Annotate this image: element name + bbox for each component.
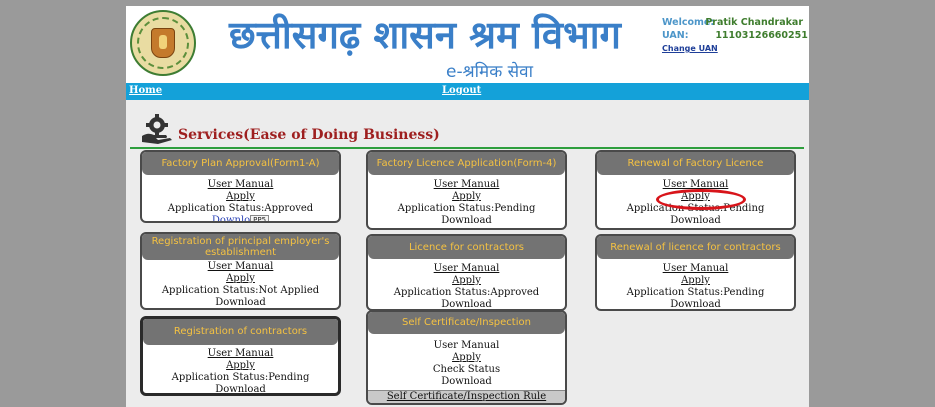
user-manual-link[interactable]: User Manual [597, 263, 794, 275]
card-factory-licence-application: Factory Licence Application(Form-4) User… [366, 150, 567, 230]
download-link[interactable]: Download [597, 299, 794, 309]
apply-link[interactable]: Apply [142, 273, 339, 285]
download-link[interactable]: Download [142, 297, 339, 308]
application-status: Application Status:Not Applied [161, 285, 320, 296]
card-title: Factory Plan Approval(Form1-A) [142, 152, 339, 175]
apply-link[interactable]: Apply [142, 191, 339, 203]
card-title: Renewal of Factory Licence [597, 152, 794, 175]
self-certificate-rule-link[interactable]: Self Certificate/Inspection Rule [368, 390, 565, 403]
section-divider [130, 147, 804, 149]
application-status: Application Status:Approved [167, 203, 314, 214]
user-name: Pratik Chandrakar [705, 17, 804, 28]
logout-link[interactable]: Logout [442, 85, 481, 96]
site-header: छत्तीसगढ़ शासन श्रम विभाग e-श्रमिक सेवा … [126, 6, 809, 83]
welcome-label: Welcome: [662, 17, 715, 28]
card-factory-plan-approval: Factory Plan Approval(Form1-A) User Manu… [140, 150, 341, 223]
download-link[interactable]: Download [368, 376, 565, 388]
apply-link[interactable]: Apply [368, 352, 565, 364]
user-manual-link[interactable]: User Manual [368, 340, 565, 352]
application-status: Application Status:Approved [393, 287, 540, 298]
card-title: Renewal of licence for contractors [597, 236, 794, 259]
card-title: Registration of contractors [143, 319, 338, 345]
download-link[interactable]: Download [368, 215, 565, 227]
home-link[interactable]: Home [129, 85, 162, 96]
uan-value: 11103126660251 [715, 30, 808, 41]
application-status: Application Status:Pending [397, 203, 536, 214]
download-link[interactable]: Download [597, 215, 794, 227]
application-status: Application Status:Pending [171, 372, 310, 383]
apply-link[interactable]: Apply [143, 360, 338, 372]
services-gear-icon [142, 114, 172, 144]
user-info-panel: Welcome: Pratik Chandrakar UAN: 11103126… [662, 16, 808, 55]
section-title: Services(Ease of Doing Business) [178, 127, 440, 143]
change-uan-link[interactable]: Change UAN [662, 44, 718, 53]
nav-bar: Home Logout [126, 83, 809, 100]
card-title: Licence for contractors [368, 236, 565, 259]
download-link[interactable]: Download [143, 384, 338, 393]
site-subtitle: e-श्रमिक सेवा [446, 62, 534, 82]
download-link[interactable]: Downlo [212, 215, 250, 221]
card-registration-principal-employer: Registration of principal employer's est… [140, 232, 341, 310]
card-licence-for-contractors: Licence for contractors User Manual Appl… [366, 234, 567, 311]
user-manual-link[interactable]: User Manual [143, 348, 338, 360]
apply-link[interactable]: Apply [368, 275, 565, 287]
site-title: छत्तीसगढ़ शासन श्रम विभाग [229, 13, 621, 57]
government-emblem-logo [130, 10, 196, 76]
link-tooltip: PP5 [250, 215, 270, 221]
page: छत्तीसगढ़ शासन श्रम विभाग e-श्रमिक सेवा … [126, 6, 809, 407]
user-manual-link[interactable]: User Manual [368, 179, 565, 191]
apply-link[interactable]: Apply [368, 191, 565, 203]
card-title: Registration of principal employer's est… [142, 234, 339, 260]
card-self-certificate-inspection: Self Certificate/Inspection User Manual … [366, 310, 567, 405]
user-manual-link[interactable]: User Manual [368, 263, 565, 275]
card-renewal-licence-contractors: Renewal of licence for contractors User … [595, 234, 796, 311]
card-title: Self Certificate/Inspection [368, 312, 565, 334]
application-status: Application Status:Pending [626, 287, 765, 298]
card-title: Factory Licence Application(Form-4) [368, 152, 565, 175]
user-manual-link[interactable]: User Manual [142, 179, 339, 191]
card-registration-of-contractors: Registration of contractors User Manual … [140, 316, 341, 396]
check-status-link[interactable]: Check Status [368, 364, 565, 376]
uan-label: UAN: [662, 30, 689, 41]
highlight-circle-annotation [656, 189, 746, 210]
user-manual-link[interactable]: User Manual [142, 261, 339, 273]
card-renewal-factory-licence: Renewal of Factory Licence User Manual A… [595, 150, 796, 230]
apply-link[interactable]: Apply [597, 275, 794, 287]
